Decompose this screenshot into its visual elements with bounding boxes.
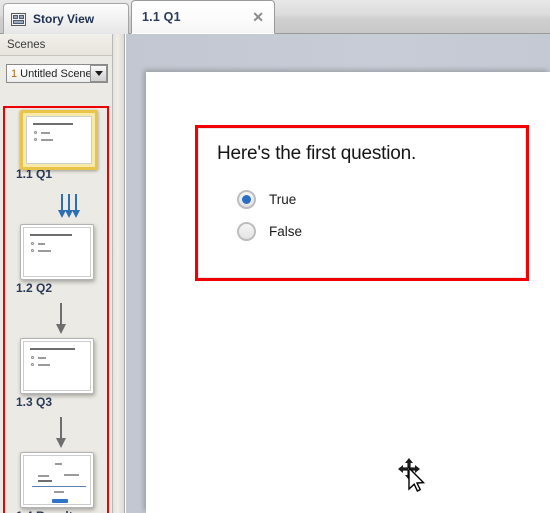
list-item[interactable]: 1.3 Q3 [4,338,108,409]
choice-false[interactable]: False [237,222,302,241]
radio-button-true[interactable] [237,190,256,209]
scenes-panel: Scenes 1 Untitled Scene 1.1 Q1 1.2 Q2 1.… [0,34,113,513]
choice-true[interactable]: True [237,190,296,209]
radio-button-false[interactable] [237,222,256,241]
slide-surface[interactable]: Here's the first question. True False [146,72,550,513]
slide-thumbnail-1-1[interactable] [20,110,98,170]
tab-story-view[interactable]: Story View [3,3,129,34]
choice-label-true: True [269,192,297,207]
scenes-panel-title: Scenes [7,38,46,51]
scene-select-number: 1 [11,67,18,80]
slide-canvas[interactable]: Here's the first question. True False [126,34,550,513]
thumbnail-preview [23,227,91,277]
slide-thumbnail-list[interactable]: 1.1 Q1 1.2 Q2 1.3 Q3 [4,107,108,513]
scenes-panel-header: Scenes [0,34,112,56]
close-icon[interactable]: ✕ [250,10,266,24]
annotation-box-question: Here's the first question. True False [195,125,529,281]
slide-label-1-2: 1.2 Q2 [16,281,53,295]
question-group[interactable]: Here's the first question. True False [198,128,526,278]
scene-select-name: Untitled Scene [20,67,92,80]
triple-arrow-icon [58,194,80,218]
slide-thumbnail-1-2[interactable] [20,224,94,280]
tab-slide-1-1-q1-label: 1.1 Q1 [142,10,181,24]
question-title: Here's the first question. [217,143,417,164]
thumbnail-frame [20,338,94,394]
thumbnail-preview [23,455,91,505]
down-arrow-icon [56,417,66,448]
choice-label-false: False [269,224,303,239]
tab-story-view-label: Story View [33,12,95,26]
list-item[interactable]: 1.1 Q1 [4,110,108,181]
application-window: Story View 1.1 Q1 ✕ Scenes 1 Untitled Sc… [0,0,550,513]
scene-select-wrapper: 1 Untitled Scene [6,64,108,83]
slide-label-1-4: 1.4 Result... [4,509,108,513]
thumbnail-frame [20,452,94,508]
panel-divider[interactable] [113,34,125,513]
tab-bar: Story View 1.1 Q1 ✕ [0,0,550,34]
thumbnail-preview [26,116,92,164]
list-item[interactable]: 1.2 Q2 [4,224,108,295]
down-arrow-icon [56,303,66,334]
thumbnail-frame [20,224,94,280]
story-grid-icon [11,12,26,26]
scene-select[interactable]: 1 Untitled Scene [6,64,108,83]
thumbnail-selection-frame [20,110,98,170]
tab-slide-1-1-q1[interactable]: 1.1 Q1 ✕ [131,0,275,34]
chevron-down-icon[interactable] [90,65,107,82]
slide-label-1-3: 1.3 Q3 [16,395,53,409]
slide-thumbnail-1-4[interactable] [20,452,94,508]
thumbnail-preview [23,341,91,391]
list-item[interactable]: 1.4 Result... [4,452,108,513]
slide-thumbnail-1-3[interactable] [20,338,94,394]
